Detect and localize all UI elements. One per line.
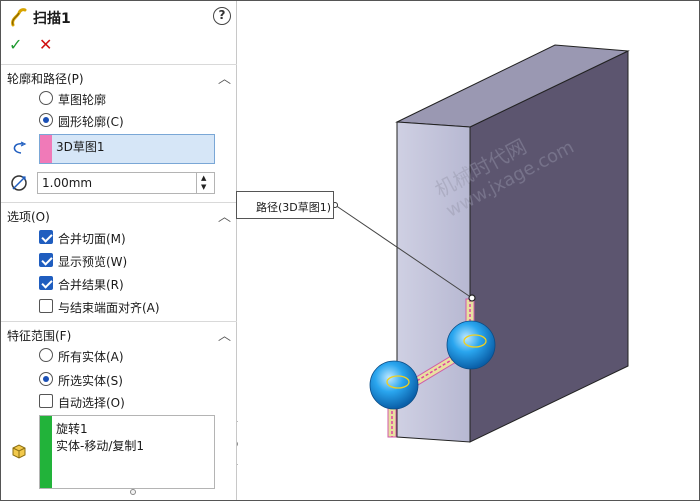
bodies-swatch (40, 416, 52, 488)
solid-body-icon (12, 444, 26, 459)
checkbox-label: 显示预览(W) (58, 255, 128, 269)
radio-label: 所有实体(A) (58, 350, 124, 364)
list-item[interactable]: 旋转1 (56, 420, 88, 437)
radio-label: 所选实体(S) (58, 374, 123, 388)
radio-button[interactable] (39, 113, 53, 127)
chevron-up-icon[interactable]: ︿ (218, 325, 231, 344)
path-selection-value: 3D草图1 (56, 140, 105, 154)
chevron-up-icon[interactable]: ︿ (218, 206, 231, 225)
divider (1, 64, 237, 65)
list-resize-handle[interactable] (130, 489, 136, 495)
path-callout[interactable]: 路径(3D草图1) (236, 191, 334, 219)
spin-down-icon[interactable]: ▼ (201, 183, 206, 191)
group-title: 轮廓和路径(P) (7, 72, 84, 86)
path-icon (13, 141, 27, 154)
model-view (332, 44, 630, 443)
diameter-field[interactable]: 1.00mm ▲ ▼ (37, 172, 215, 194)
diameter-icon (11, 175, 27, 191)
radio-button[interactable] (39, 348, 53, 362)
checkbox-label: 合并切面(M) (58, 232, 126, 246)
radio-label: 圆形轮廓(C) (58, 115, 124, 129)
diameter-spinner[interactable]: ▲ ▼ (196, 173, 214, 193)
divider (1, 321, 237, 322)
checkbox-label: 自动选择(O) (58, 396, 125, 410)
property-manager-panel: 扫描1 ? ✓ ✕ 轮廓和路径(P) ︿ 草图轮廓 圆形轮廓(C) 3D草图1 (1, 1, 237, 500)
sweep-property-window: 扫描1 ? ✓ ✕ 轮廓和路径(P) ︿ 草图轮廓 圆形轮廓(C) 3D草图1 (0, 0, 700, 501)
feature-title-row: 扫描1 ? (7, 7, 233, 27)
checkbox[interactable] (39, 299, 53, 313)
help-icon[interactable]: ? (213, 7, 231, 25)
ok-button[interactable]: ✓ (9, 37, 22, 53)
checkbox-label: 合并结果(R) (58, 278, 124, 292)
list-item[interactable]: 实体-移动/复制1 (56, 437, 144, 454)
sphere-body-lower (369, 360, 419, 410)
feature-title: 扫描1 (33, 11, 71, 27)
sphere-body-upper (446, 320, 496, 370)
divider (1, 202, 237, 203)
group-header-options[interactable]: 选项(O) ︿ (7, 207, 233, 225)
checkbox[interactable] (39, 276, 53, 290)
group-title: 选项(O) (7, 210, 50, 224)
ok-cancel-bar: ✓ ✕ (9, 37, 69, 55)
checkbox[interactable] (39, 230, 53, 244)
graphics-viewport[interactable] (238, 1, 699, 500)
radio-label: 草图轮廓 (58, 93, 107, 107)
checkbox-label: 与结束端面对齐(A) (58, 301, 160, 315)
radio-button[interactable] (39, 372, 53, 386)
group-title: 特征范围(F) (7, 329, 72, 343)
profile-swatch (40, 135, 52, 163)
group-header-profile-path[interactable]: 轮廓和路径(P) ︿ (7, 69, 233, 87)
sweep-icon (11, 8, 27, 27)
bodies-selection-list[interactable]: 旋转1 实体-移动/复制1 (39, 415, 215, 489)
callout-label: 路径(3D草图1) (256, 201, 332, 214)
spin-up-icon[interactable]: ▲ (201, 174, 206, 182)
radio-button[interactable] (39, 91, 53, 105)
diameter-value[interactable]: 1.00mm (42, 176, 92, 190)
cancel-button[interactable]: ✕ (39, 37, 52, 53)
group-header-feature-scope[interactable]: 特征范围(F) ︿ (7, 326, 233, 344)
path-selection-box[interactable]: 3D草图1 (39, 134, 215, 164)
chevron-up-icon[interactable]: ︿ (218, 68, 231, 87)
checkbox[interactable] (39, 253, 53, 267)
checkbox[interactable] (39, 394, 53, 408)
